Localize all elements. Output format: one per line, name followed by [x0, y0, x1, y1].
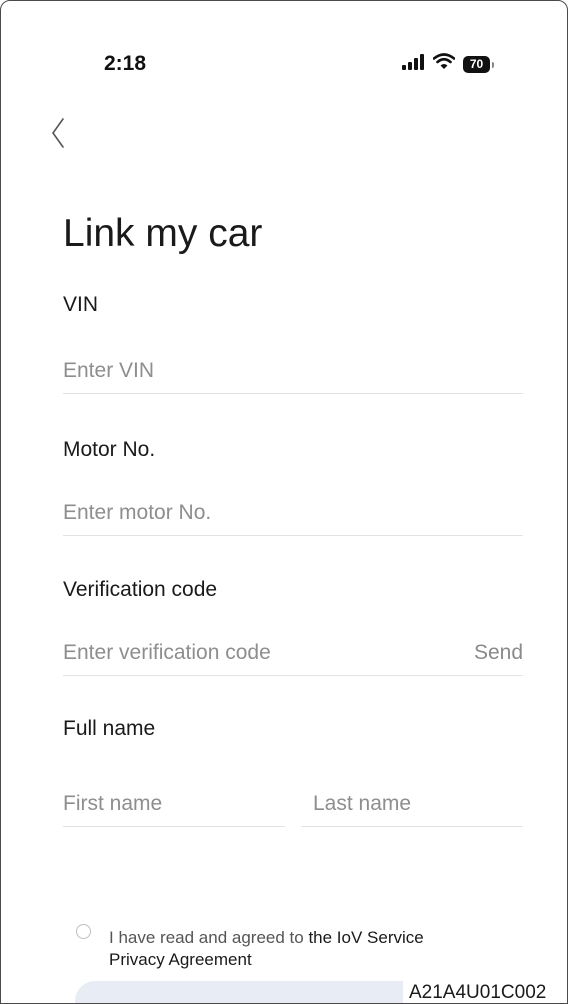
- back-button[interactable]: [45, 113, 75, 153]
- figure-code: A21A4U01C002: [403, 981, 567, 1003]
- status-bar: 2:18 70: [1, 1, 567, 101]
- status-time: 2:18: [104, 52, 147, 75]
- battery-icon: 70: [463, 55, 494, 73]
- vin-label: VIN: [63, 293, 99, 316]
- motor-label: Motor No.: [63, 438, 156, 461]
- verification-label: Verification code: [63, 578, 218, 601]
- signal-icon: [401, 53, 425, 75]
- status-icons: 70: [401, 52, 494, 76]
- wifi-icon: [432, 53, 456, 75]
- verification-field-container: Send: [63, 633, 523, 676]
- last-name-input[interactable]: [301, 784, 535, 824]
- send-code-button[interactable]: Send: [474, 641, 523, 665]
- chevron-left-icon: [52, 118, 64, 148]
- motor-number-input[interactable]: [63, 493, 523, 533]
- full-name-label: Full name: [63, 717, 156, 740]
- agreement-radio[interactable]: [76, 924, 91, 939]
- verification-code-input[interactable]: [63, 633, 423, 673]
- agreement-prefix: I have read and agreed to: [109, 928, 309, 947]
- agreement-text: I have read and agreed to the IoV Servic…: [109, 927, 439, 971]
- vin-input[interactable]: [63, 351, 523, 391]
- motor-field-container: [63, 493, 523, 536]
- last-name-field-container: [301, 784, 535, 827]
- first-name-field-container: [63, 784, 285, 827]
- phone-screen: 2:18 70 Link my car VIN Enter VIN Motor …: [0, 0, 568, 1004]
- page-title: Link my car: [63, 212, 263, 255]
- vin-field-container: [63, 351, 523, 394]
- first-name-input[interactable]: [63, 784, 285, 824]
